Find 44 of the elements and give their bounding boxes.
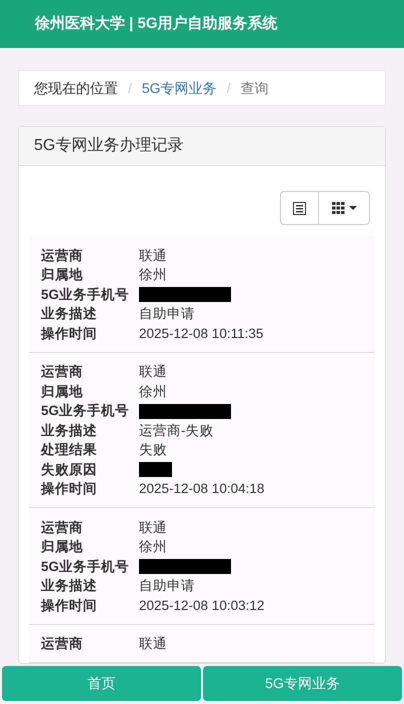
field-label: 业务描述 [41, 422, 98, 440]
field-label: 处理结果 [41, 441, 98, 460]
header-title: 徐州医科大学 | 5G用户自助服务系统 [35, 14, 278, 34]
breadcrumb-separator: / [128, 78, 132, 98]
field-value: 徐州 [139, 538, 167, 556]
field-value: 徐州 [139, 266, 167, 284]
caret-icon [348, 206, 356, 210]
nav-button[interactable]: 首页 [2, 666, 201, 701]
field-label: 业务描述 [41, 577, 98, 596]
field-value: 2025-12-08 10:03:12 [139, 596, 264, 615]
field-label: 操作时间 [41, 480, 98, 498]
breadcrumb-text: 查询 [240, 78, 268, 98]
field-value: 联通 [139, 518, 167, 537]
panel-title: 5G专网业务办理记录 [34, 136, 184, 156]
field-value: 联通 [139, 635, 167, 654]
nav-button[interactable]: 5G专网业务 [203, 666, 402, 701]
field-value: 运营商-失败 [139, 422, 214, 440]
field-label: 归属地 [41, 382, 84, 401]
grid-view-icon [332, 202, 344, 214]
field-label: 5G业务手机号 [41, 558, 130, 576]
field-label: 失败原因 [41, 460, 98, 479]
list-view-icon [293, 202, 306, 214]
field-label: 运营商 [41, 246, 84, 265]
field-label: 操作时间 [41, 596, 98, 615]
field-value: 自助申请 [139, 577, 195, 596]
field-value: 2025-12-08 10:04:18 [139, 480, 264, 498]
field-label: 5G业务手机号 [41, 286, 130, 304]
field-label: 运营商 [41, 363, 84, 382]
breadcrumb-link[interactable]: 5G专网业务 [142, 78, 217, 98]
field-label: 5G业务手机号 [41, 402, 130, 420]
field-label: 业务描述 [41, 305, 98, 324]
field-value: 自助申请 [139, 305, 195, 324]
field-value: 联通 [139, 363, 167, 382]
breadcrumb-separator: / [226, 78, 230, 98]
breadcrumb-text: 您现在的位置 [34, 78, 118, 98]
field-value: 失败 [139, 441, 167, 460]
field-label: 归属地 [41, 266, 84, 284]
field-value: 徐州 [139, 382, 167, 401]
field-label: 操作时间 [41, 324, 98, 343]
field-value: 联通 [139, 246, 167, 265]
field-label: 运营商 [41, 635, 84, 654]
field-label: 归属地 [41, 538, 84, 556]
field-value: 2025-12-08 10:11:35 [139, 324, 264, 343]
field-label: 运营商 [41, 518, 84, 537]
